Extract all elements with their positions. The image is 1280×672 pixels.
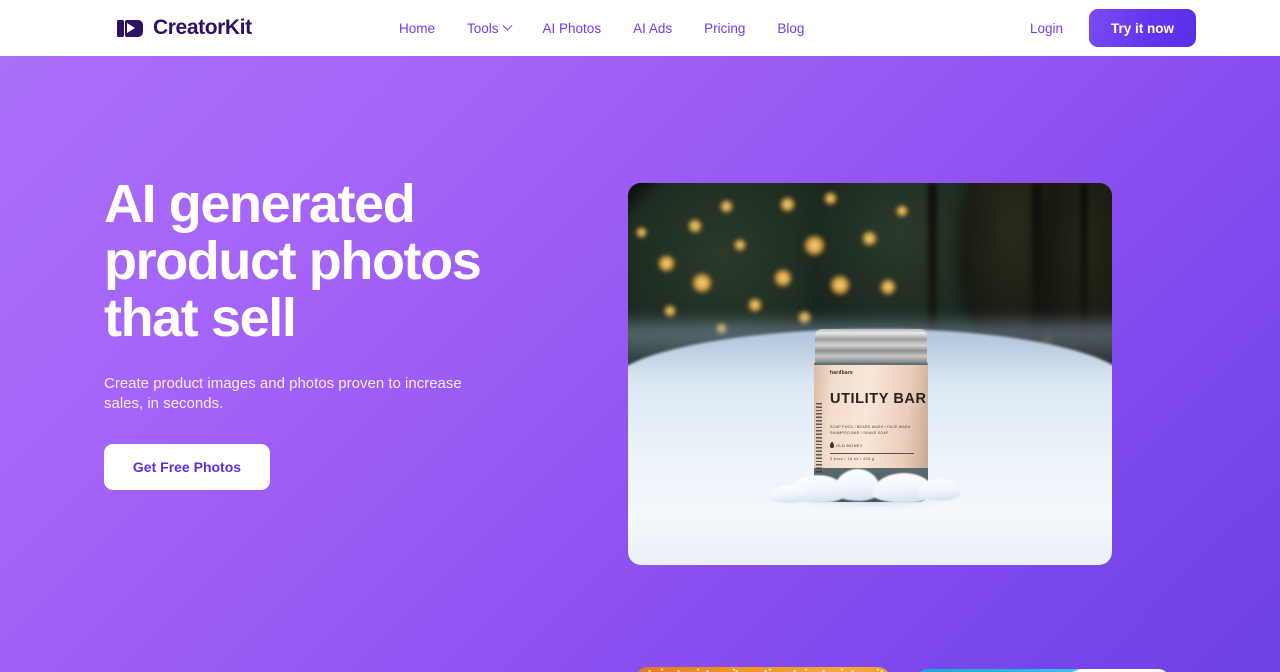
header-actions: Login Try it now — [1022, 9, 1196, 47]
bokeh-light — [692, 273, 712, 293]
try-it-now-button[interactable]: Try it now — [1088, 9, 1196, 47]
bokeh-light — [734, 239, 746, 251]
bokeh-light — [824, 192, 837, 205]
bokeh-light — [636, 227, 647, 238]
page-title: AI generated product photos that sell — [104, 174, 482, 348]
bokeh-light — [658, 255, 675, 272]
site-header: CreatorKit Home Tools AI Photos AI Ads P… — [0, 0, 1280, 56]
bokeh-light — [688, 219, 702, 233]
bokeh-light — [748, 298, 762, 312]
snow-clump — [768, 485, 808, 503]
hero-section: AI generated product photos that sell Cr… — [0, 56, 1280, 672]
hero-subtitle: Create product images and photos proven … — [104, 375, 462, 412]
bokeh-light — [880, 279, 896, 295]
label-size: 3 bars / 15 oz / 425 g — [830, 457, 875, 461]
brand-logo[interactable]: CreatorKit — [117, 16, 252, 40]
nav-item-tools-label: Tools — [467, 20, 499, 36]
bokeh-light — [804, 235, 825, 256]
hero-product-image: hardbare UTILITY BAR SOAP PUCK / BEARD W… — [628, 183, 1112, 565]
label-divider — [830, 453, 914, 454]
bokeh-light — [830, 275, 850, 295]
bokeh-light — [774, 269, 792, 287]
nav-item-blog[interactable]: Blog — [761, 15, 820, 42]
bokeh-light — [862, 231, 877, 246]
main-nav: Home Tools AI Photos AI Ads Pricing Blog — [383, 15, 820, 42]
login-link[interactable]: Login — [1022, 15, 1071, 42]
hero-copy: AI generated product photos that sell Cr… — [104, 176, 574, 490]
label-scent: OLD MONEY — [836, 443, 863, 448]
bokeh-light — [896, 205, 908, 217]
droplet-icon — [830, 442, 834, 448]
chevron-down-icon — [502, 20, 512, 31]
nav-item-home[interactable]: Home — [383, 15, 451, 42]
nav-item-home-label: Home — [399, 20, 436, 36]
bokeh-light — [780, 197, 795, 212]
nav-item-tools[interactable]: Tools — [451, 15, 527, 42]
bokeh-light — [664, 305, 676, 317]
nav-item-ai-ads-label: AI Ads — [633, 20, 673, 36]
get-free-photos-button[interactable]: Get Free Photos — [104, 444, 270, 490]
play-badge-icon — [117, 19, 143, 38]
nav-item-ai-photos[interactable]: AI Photos — [527, 15, 618, 42]
nav-item-ai-photos-label: AI Photos — [542, 20, 602, 36]
snow-clump — [918, 479, 960, 501]
glitter-texture — [636, 667, 890, 672]
gallery-card-orange[interactable] — [636, 667, 890, 672]
label-uses: SOAP PUCK / BEARD WASH / FACE WASH SHAMP… — [830, 425, 911, 435]
nav-item-pricing-label: Pricing — [704, 20, 746, 36]
jar-label: hardbare UTILITY BAR SOAP PUCK / BEARD W… — [814, 365, 928, 502]
jar-lid — [815, 329, 927, 363]
nav-item-ai-ads[interactable]: AI Ads — [617, 15, 688, 42]
label-title: UTILITY BAR — [830, 391, 927, 407]
nav-item-blog-label: Blog — [777, 20, 805, 36]
bokeh-light — [720, 200, 733, 213]
label-brand: hardbare — [830, 370, 853, 376]
brand-name: CreatorKit — [153, 16, 252, 39]
nav-item-pricing[interactable]: Pricing — [688, 15, 761, 42]
